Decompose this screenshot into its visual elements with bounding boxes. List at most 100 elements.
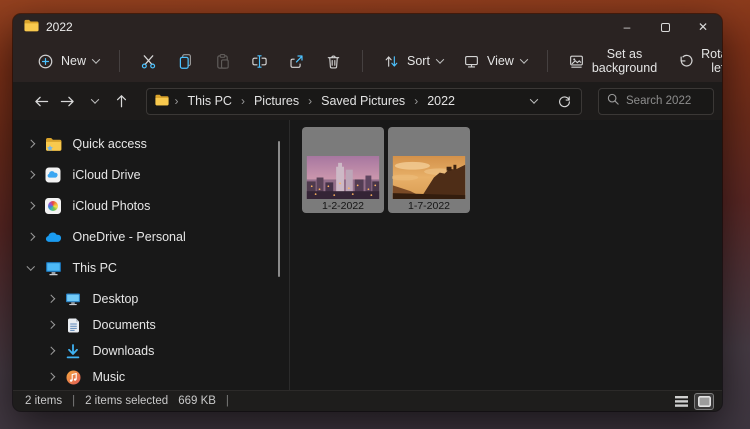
address-dropdown-button[interactable] bbox=[525, 88, 543, 114]
copy-button[interactable] bbox=[168, 47, 203, 76]
sidebar-item-desktop[interactable]: Desktop bbox=[13, 286, 289, 312]
forward-button[interactable] bbox=[57, 88, 80, 114]
maximize-icon bbox=[660, 22, 670, 32]
chevron-right-icon[interactable] bbox=[46, 347, 55, 355]
file-list-area[interactable]: 1-2-2022 1-7-2022 bbox=[290, 120, 722, 390]
icloud-drive-icon bbox=[45, 167, 62, 184]
sidebar-item-icloud-drive[interactable]: iCloud Drive bbox=[13, 162, 289, 188]
sidebar-item-icloud-photos[interactable]: iCloud Photos bbox=[13, 193, 289, 219]
file-item-selected[interactable]: 1-7-2022 bbox=[388, 127, 470, 213]
paste-icon bbox=[214, 53, 231, 70]
thumbnail-image bbox=[392, 156, 466, 199]
rename-icon bbox=[251, 53, 268, 70]
sidebar-item-music[interactable]: Music bbox=[13, 364, 289, 390]
rotate-left-icon bbox=[677, 53, 694, 70]
breadcrumb-separator: › bbox=[414, 94, 419, 108]
chevron-right-icon[interactable] bbox=[46, 373, 55, 381]
toolbar-divider bbox=[362, 50, 364, 72]
delete-button[interactable] bbox=[316, 47, 351, 76]
file-item-selected[interactable]: 1-2-2022 bbox=[302, 127, 384, 213]
chevron-right-icon[interactable] bbox=[26, 140, 35, 148]
sidebar-item-label: Downloads bbox=[92, 344, 155, 358]
up-button[interactable] bbox=[110, 88, 133, 114]
view-button[interactable]: View bbox=[454, 47, 536, 76]
folder-icon bbox=[154, 94, 169, 109]
breadcrumb-pictures[interactable]: Pictures bbox=[251, 92, 302, 110]
close-icon: ✕ bbox=[697, 20, 709, 34]
documents-icon bbox=[65, 317, 82, 334]
sidebar-item-onedrive[interactable]: OneDrive - Personal bbox=[13, 224, 289, 250]
back-button[interactable] bbox=[30, 88, 53, 114]
chevron-down-icon bbox=[519, 55, 529, 64]
set-as-background-label: Set as background bbox=[591, 47, 658, 75]
rotate-left-label: Rotate left bbox=[701, 47, 722, 75]
sidebar-item-quick-access[interactable]: Quick access bbox=[13, 131, 289, 157]
chevron-right-icon[interactable] bbox=[46, 295, 55, 303]
rotate-left-button[interactable]: Rotate left bbox=[668, 41, 722, 81]
copy-icon bbox=[177, 53, 194, 70]
sidebar-item-label: iCloud Photos bbox=[72, 199, 151, 213]
chevron-down-icon bbox=[90, 95, 99, 104]
refresh-button[interactable] bbox=[555, 88, 573, 114]
details-view-button[interactable] bbox=[671, 393, 691, 410]
sort-button-label: Sort bbox=[407, 54, 430, 68]
chevron-down-icon[interactable] bbox=[26, 262, 35, 271]
trash-icon bbox=[325, 53, 342, 70]
music-icon bbox=[65, 369, 82, 386]
share-button[interactable] bbox=[279, 47, 314, 76]
thumbnail-image bbox=[306, 156, 380, 199]
search-input[interactable] bbox=[626, 95, 707, 107]
navigation-pane: Quick access iCloud Drive iCloud Photos bbox=[13, 120, 290, 390]
picture-icon bbox=[568, 53, 585, 70]
chevron-right-icon[interactable] bbox=[26, 202, 35, 210]
sort-icon bbox=[383, 53, 400, 70]
sidebar-item-documents[interactable]: Documents bbox=[13, 312, 289, 338]
share-icon bbox=[288, 53, 305, 70]
sort-button[interactable]: Sort bbox=[374, 47, 452, 76]
sidebar-item-label: Quick access bbox=[72, 137, 147, 151]
chevron-down-icon bbox=[435, 55, 445, 64]
sidebar-item-label: iCloud Drive bbox=[72, 168, 141, 182]
view-button-label: View bbox=[486, 54, 514, 68]
address-bar[interactable]: › This PC › Pictures › Saved Pictures › … bbox=[145, 87, 583, 115]
sidebar-item-this-pc[interactable]: This PC bbox=[13, 255, 289, 281]
new-button-label: New bbox=[61, 54, 87, 68]
icloud-photos-icon bbox=[45, 198, 62, 215]
minimize-button[interactable]: – bbox=[608, 14, 646, 40]
sidebar-item-label: OneDrive - Personal bbox=[72, 230, 186, 244]
large-icons-view-button[interactable] bbox=[694, 392, 714, 410]
window-title: 2022 bbox=[46, 20, 73, 34]
chevron-right-icon[interactable] bbox=[26, 233, 35, 241]
close-button[interactable]: ✕ bbox=[684, 14, 722, 40]
chevron-right-icon[interactable] bbox=[26, 171, 35, 179]
explorer-body: Quick access iCloud Drive iCloud Photos bbox=[13, 120, 722, 390]
search-icon bbox=[607, 92, 619, 110]
recent-locations-button[interactable] bbox=[83, 88, 106, 114]
statusbar-divider: | bbox=[72, 395, 76, 407]
selection-size: 669 KB bbox=[178, 395, 216, 407]
sidebar-item-label: This PC bbox=[72, 261, 117, 275]
breadcrumb-separator: › bbox=[240, 94, 245, 108]
sidebar-scrollbar[interactable] bbox=[277, 141, 280, 277]
this-pc-icon bbox=[45, 260, 62, 277]
search-box[interactable] bbox=[598, 87, 715, 115]
folder-icon bbox=[24, 19, 39, 35]
rename-button[interactable] bbox=[242, 47, 277, 76]
chevron-right-icon[interactable] bbox=[46, 321, 55, 329]
quick-access-icon bbox=[45, 136, 62, 153]
cut-button[interactable] bbox=[131, 47, 166, 76]
maximize-button[interactable] bbox=[646, 14, 684, 40]
breadcrumb-separator: › bbox=[174, 94, 179, 108]
statusbar: 2 items | 2 items selected 669 KB | bbox=[13, 390, 722, 411]
new-button[interactable]: New bbox=[28, 47, 108, 76]
minimize-icon: – bbox=[623, 20, 631, 34]
set-as-background-button[interactable]: Set as background bbox=[559, 41, 666, 81]
breadcrumb-2022[interactable]: 2022 bbox=[424, 92, 458, 110]
view-icon bbox=[463, 53, 480, 70]
breadcrumb-saved-pictures[interactable]: Saved Pictures bbox=[318, 92, 408, 110]
paste-button[interactable] bbox=[205, 47, 240, 76]
sidebar-item-downloads[interactable]: Downloads bbox=[13, 338, 289, 364]
breadcrumb-this-pc[interactable]: This PC bbox=[185, 92, 235, 110]
items-count: 2 items bbox=[25, 395, 63, 407]
toolbar-divider bbox=[546, 50, 548, 72]
